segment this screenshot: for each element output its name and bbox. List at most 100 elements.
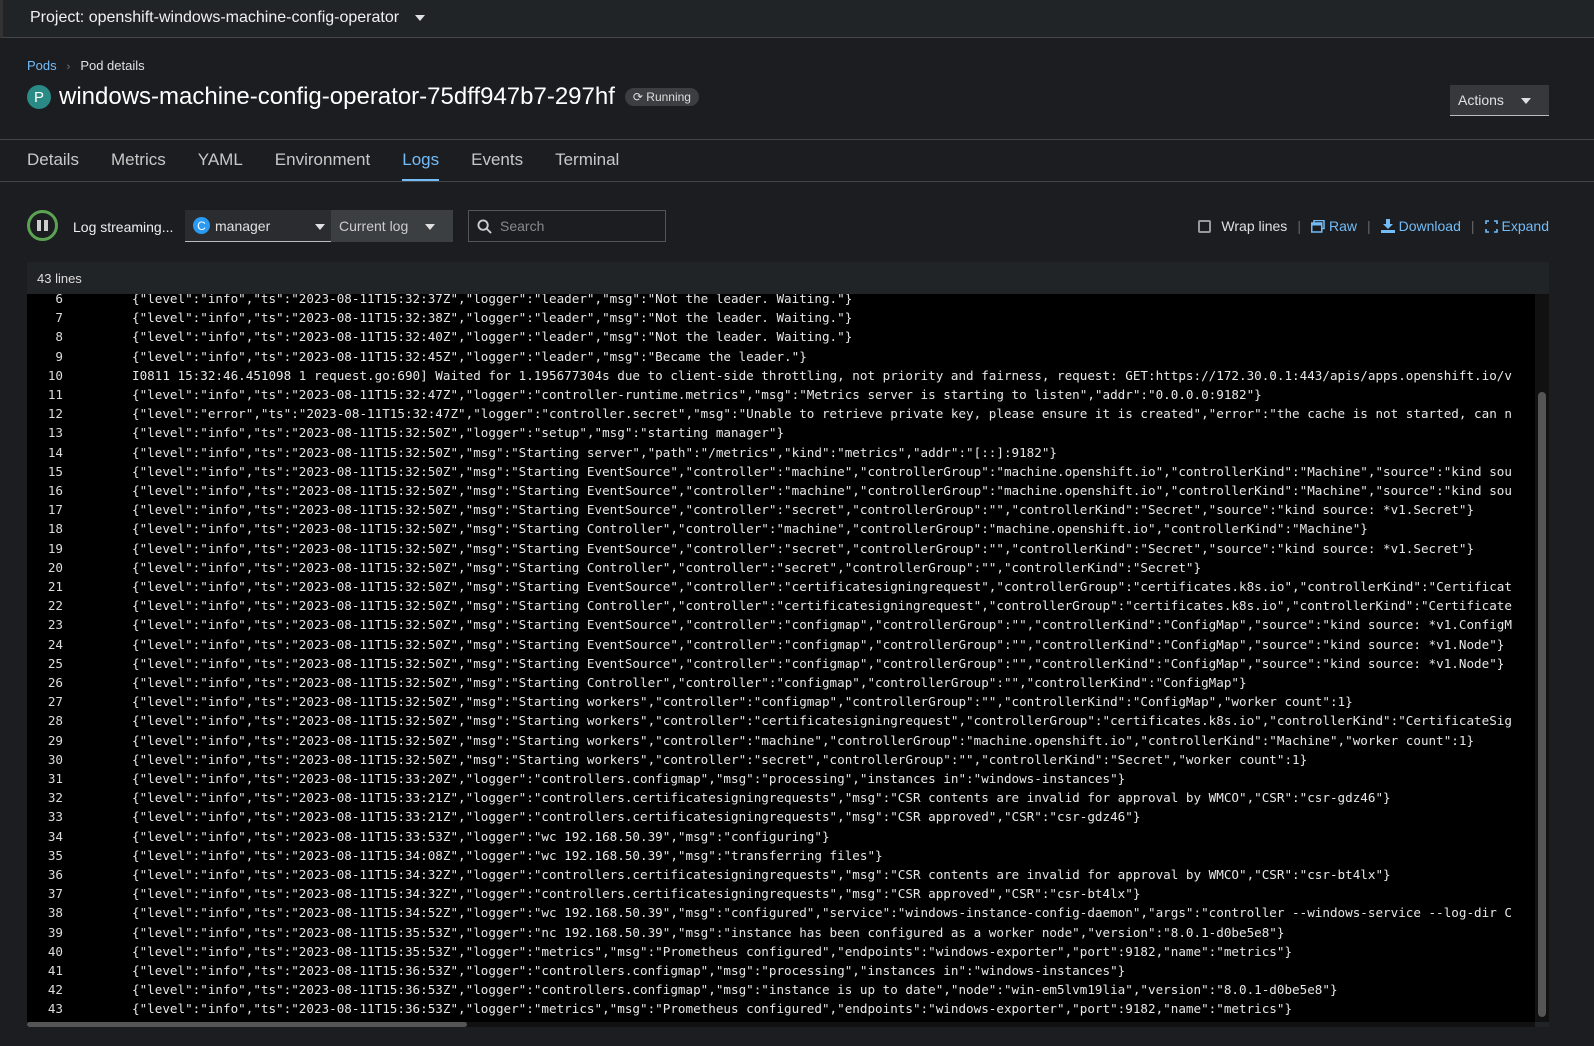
- wrap-lines-checkbox[interactable]: [1198, 219, 1212, 233]
- line-number: 10: [47, 367, 63, 383]
- tab-bar: Details Metrics YAML Environment Logs Ev…: [27, 150, 619, 182]
- raw-link[interactable]: Raw: [1310, 218, 1357, 234]
- line-number: 23: [47, 617, 63, 633]
- line-number: 11: [47, 387, 63, 402]
- line-number: 32: [47, 790, 63, 806]
- pause-streaming-button[interactable]: [27, 210, 58, 241]
- line-number: 35: [47, 847, 63, 863]
- line-number: 40: [47, 943, 63, 959]
- log-text: {"level":"info","ts":"2023-08-11T15:32:5…: [132, 636, 1505, 652]
- log-text: {"level":"info","ts":"2023-08-11T15:32:5…: [132, 751, 1308, 767]
- log-line: 40 {"level":"info","ts":"2023-08-11T15:35…: [27, 942, 1535, 961]
- log-line: 26 {"level":"info","ts":"2023-08-11T15:32…: [27, 673, 1535, 692]
- breadcrumb-pods-link[interactable]: Pods: [27, 58, 57, 73]
- log-text: {"level":"info","ts":"2023-08-11T15:34:0…: [132, 847, 883, 863]
- tab-environment[interactable]: Environment: [275, 150, 370, 182]
- caret-down-icon: [1521, 98, 1531, 104]
- log-text: {"level":"info","ts":"2023-08-11T15:35:5…: [132, 943, 1293, 959]
- log-line: 12 {"level":"error","ts":"2023-08-11T15:3…: [27, 404, 1535, 423]
- project-selector[interactable]: Project: openshift-windows-machine-confi…: [30, 9, 426, 27]
- log-line: 31 {"level":"info","ts":"2023-08-11T15:33…: [27, 769, 1535, 788]
- divider: [0, 181, 1594, 182]
- log-text: {"level":"info","ts":"2023-08-11T15:32:5…: [132, 463, 1512, 479]
- log-text: I0811 15:32:46.451098 1 request.go:690] …: [132, 367, 1512, 383]
- tab-metrics[interactable]: Metrics: [111, 150, 166, 182]
- tab-details[interactable]: Details: [27, 150, 79, 182]
- log-text: {"level":"info","ts":"2023-08-11T15:36:5…: [132, 963, 1126, 978]
- log-text: {"level":"info","ts":"2023-08-11T15:32:5…: [132, 502, 1475, 518]
- search-box[interactable]: [468, 210, 666, 242]
- log-text: {"level":"info","ts":"2023-08-11T15:33:2…: [132, 790, 1391, 806]
- line-number: 26: [47, 675, 63, 690]
- raw-label: Raw: [1328, 218, 1357, 234]
- log-line: 6 {"level":"info","ts":"2023-08-11T15:32:…: [27, 294, 1535, 308]
- pause-icon: [44, 220, 48, 231]
- download-link[interactable]: Download: [1380, 218, 1461, 234]
- vertical-scrollbar[interactable]: [1535, 294, 1549, 1022]
- actions-dropdown[interactable]: Actions: [1450, 85, 1549, 116]
- expand-icon: [1484, 219, 1498, 233]
- log-text: {"level":"info","ts":"2023-08-11T15:32:5…: [132, 694, 1353, 710]
- line-number: 42: [47, 982, 63, 998]
- wrap-lines-label[interactable]: Wrap lines: [1221, 218, 1287, 234]
- divider: [0, 139, 1594, 140]
- actions-label: Actions: [1458, 92, 1504, 108]
- log-text: {"level":"info","ts":"2023-08-11T15:32:3…: [132, 294, 853, 306]
- log-line: 30 {"level":"info","ts":"2023-08-11T15:32…: [27, 750, 1535, 769]
- log-text: {"level":"info","ts":"2023-08-11T15:32:4…: [132, 387, 1262, 402]
- line-number: 19: [47, 540, 63, 556]
- log-text: {"level":"info","ts":"2023-08-11T15:36:5…: [132, 1001, 1293, 1017]
- download-icon: [1380, 219, 1395, 233]
- line-number: 6: [55, 294, 63, 306]
- expand-link[interactable]: Expand: [1484, 218, 1549, 234]
- caret-down-icon: [315, 224, 325, 230]
- log-line: 34 {"level":"info","ts":"2023-08-11T15:33…: [27, 827, 1535, 846]
- line-number: 20: [47, 559, 63, 575]
- log-actions: Wrap lines | Raw | Download | Expand: [1198, 218, 1549, 234]
- log-line: 42 {"level":"info","ts":"2023-08-11T15:36…: [27, 980, 1535, 999]
- tab-terminal[interactable]: Terminal: [555, 150, 619, 182]
- log-text: {"level":"info","ts":"2023-08-11T15:32:3…: [132, 310, 853, 326]
- log-text: {"level":"info","ts":"2023-08-11T15:35:5…: [132, 924, 1285, 940]
- log-text: {"level":"info","ts":"2023-08-11T15:33:2…: [132, 771, 1126, 786]
- log-line: 10 I0811 15:32:46.451098 1 request.go:690…: [27, 366, 1535, 385]
- search-input[interactable]: [500, 218, 650, 234]
- log-toolbar: Log streaming... Cmanager Current log Wr…: [27, 210, 1549, 242]
- log-line: 25 {"level":"info","ts":"2023-08-11T15:32…: [27, 654, 1535, 673]
- scrollbar-thumb[interactable]: [27, 1022, 467, 1027]
- log-text: {"level":"info","ts":"2023-08-11T15:32:5…: [132, 732, 1475, 748]
- separator: |: [1297, 218, 1301, 234]
- container-select[interactable]: Cmanager: [185, 210, 343, 242]
- log-line: 33 {"level":"info","ts":"2023-08-11T15:33…: [27, 807, 1535, 826]
- log-line: 32 {"level":"info","ts":"2023-08-11T15:33…: [27, 788, 1535, 807]
- line-number: 17: [47, 502, 63, 518]
- log-line: 39 {"level":"info","ts":"2023-08-11T15:35…: [27, 923, 1535, 942]
- tab-events[interactable]: Events: [471, 150, 523, 182]
- scrollbar-thumb[interactable]: [1538, 392, 1546, 1017]
- line-number: 9: [55, 348, 63, 364]
- log-text: {"level":"info","ts":"2023-08-11T15:34:5…: [132, 905, 1512, 921]
- tab-yaml[interactable]: YAML: [198, 150, 243, 182]
- log-text: {"level":"info","ts":"2023-08-11T15:36:5…: [132, 982, 1338, 998]
- line-number: 27: [47, 694, 63, 710]
- line-number: 38: [47, 905, 63, 921]
- log-line: 23 {"level":"info","ts":"2023-08-11T15:32…: [27, 615, 1535, 634]
- chevron-right-icon: ›: [66, 61, 71, 73]
- log-text: {"level":"info","ts":"2023-08-11T15:32:4…: [132, 348, 807, 364]
- log-text: {"level":"info","ts":"2023-08-11T15:32:5…: [132, 598, 1512, 614]
- expand-label: Expand: [1501, 218, 1549, 234]
- line-number: 25: [47, 655, 63, 671]
- horizontal-scrollbar[interactable]: [27, 1022, 1535, 1027]
- log-text: {"level":"info","ts":"2023-08-11T15:32:5…: [132, 655, 1505, 671]
- log-line: 18 {"level":"info","ts":"2023-08-11T15:32…: [27, 519, 1535, 538]
- log-line: 22 {"level":"info","ts":"2023-08-11T15:32…: [27, 596, 1535, 615]
- log-text: {"level":"info","ts":"2023-08-11T15:32:5…: [132, 483, 1512, 498]
- log-text: {"level":"info","ts":"2023-08-11T15:34:3…: [132, 867, 1391, 882]
- line-number: 37: [47, 886, 63, 902]
- log-line: 35 {"level":"info","ts":"2023-08-11T15:34…: [27, 846, 1535, 865]
- container-badge: C: [193, 217, 210, 234]
- log-type-select[interactable]: Current log: [331, 210, 453, 242]
- project-label: Project: openshift-windows-machine-confi…: [30, 9, 400, 26]
- tab-logs[interactable]: Logs: [402, 150, 440, 182]
- status-badge: ⟳ Running: [624, 88, 699, 106]
